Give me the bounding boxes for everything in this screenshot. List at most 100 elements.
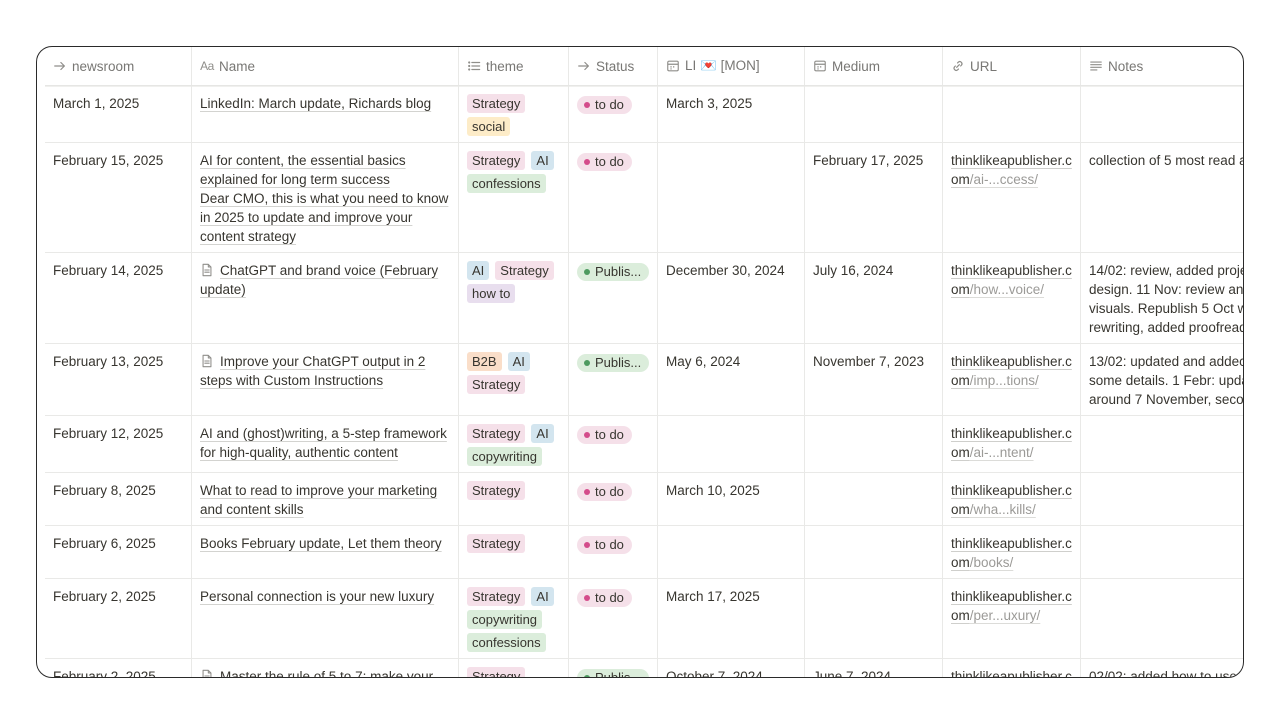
url-link[interactable]: thinklikeapublisher.c om/per...uxury/ xyxy=(951,587,1072,625)
status-badge[interactable]: to do xyxy=(577,589,632,607)
notes-cell[interactable]: collection of 5 most read a xyxy=(1081,143,1243,252)
theme-cell[interactable]: Strategy AI copywriting confessions xyxy=(459,579,569,658)
theme-cell[interactable]: Strategy AI confessions xyxy=(459,143,569,252)
name-cell[interactable]: What to read to improve your marketing an… xyxy=(192,473,459,525)
li-date-cell[interactable]: December 30, 2024 xyxy=(658,253,805,343)
medium-date-cell[interactable] xyxy=(805,579,943,658)
name-cell[interactable]: Improve your ChatGPT output in 2 steps wi… xyxy=(192,344,459,415)
newsroom-date-cell[interactable]: February 15, 2025 xyxy=(45,143,192,252)
theme-cell[interactable]: Strategyhow toB2B xyxy=(459,659,569,677)
url-cell[interactable]: thinklikeapublisher.c om/ai-...ccess/ xyxy=(943,143,1081,252)
name-cell[interactable]: Books February update, Let them theory xyxy=(192,526,459,578)
status-cell[interactable]: to do xyxy=(569,526,658,578)
column-header-1[interactable]: Aa Name xyxy=(192,47,459,85)
status-cell[interactable]: Publis... xyxy=(569,659,658,677)
name-cell[interactable]: Master the rule of 5 to 7: make yourcont… xyxy=(192,659,459,677)
status-cell[interactable]: to do xyxy=(569,473,658,525)
status-badge[interactable]: to do xyxy=(577,536,632,554)
li-date-cell[interactable] xyxy=(658,143,805,252)
li-date-cell[interactable]: March 10, 2025 xyxy=(658,473,805,525)
theme-tag[interactable]: Strategy xyxy=(495,261,554,280)
medium-date-cell[interactable] xyxy=(805,526,943,578)
page-title-link[interactable]: AI and (ghost)writing, a 5-step framewor… xyxy=(200,426,447,441)
url-cell[interactable]: thinklikeapublisher.c om/per...uxury/ xyxy=(943,579,1081,658)
newsroom-date-cell[interactable]: February 8, 2025 xyxy=(45,473,192,525)
notes-cell[interactable] xyxy=(1081,526,1243,578)
table-row[interactable]: February 8, 2025 What to read to improve … xyxy=(45,473,1243,526)
newsroom-date-cell[interactable]: February 14, 2025 xyxy=(45,253,192,343)
column-header-4[interactable]: LI 💌 [MON] xyxy=(658,47,805,85)
medium-date-cell[interactable]: July 16, 2024 xyxy=(805,253,943,343)
column-header-7[interactable]: Notes xyxy=(1081,47,1243,85)
theme-cell[interactable]: Strategy social xyxy=(459,86,569,142)
medium-date-cell[interactable]: June 7, 2024 xyxy=(805,659,943,677)
theme-tag[interactable]: Strategy xyxy=(467,94,526,113)
url-link[interactable]: thinklikeapublisher.c om/wha...kills/ xyxy=(951,481,1072,519)
status-badge[interactable]: to do xyxy=(577,96,632,114)
theme-cell[interactable]: Strategy AI copywriting xyxy=(459,416,569,472)
notes-cell[interactable]: 13/02: updated and addec some details. 1 … xyxy=(1081,344,1243,415)
table-row[interactable]: February 12, 2025 AI and (ghost)writing, … xyxy=(45,416,1243,473)
status-cell[interactable]: to do xyxy=(569,86,658,142)
theme-tag[interactable]: Strategy xyxy=(467,667,526,677)
notes-cell[interactable]: 14/02: review, added proje design. 11 Nov… xyxy=(1081,253,1243,343)
status-cell[interactable]: to do xyxy=(569,579,658,658)
status-badge[interactable]: to do xyxy=(577,153,632,171)
notes-cell[interactable] xyxy=(1081,473,1243,525)
table-row[interactable]: February 13, 2025 Improve your ChatGPT ou… xyxy=(45,344,1243,416)
url-cell[interactable]: thinklikeapublisher.com/mas...stick/ xyxy=(943,659,1081,677)
theme-cell[interactable]: Strategy xyxy=(459,526,569,578)
medium-date-cell[interactable] xyxy=(805,86,943,142)
li-date-cell[interactable]: March 3, 2025 xyxy=(658,86,805,142)
url-link[interactable]: thinklikeapublisher.com/mas...stick/ xyxy=(951,667,1072,677)
notes-cell[interactable] xyxy=(1081,416,1243,472)
page-title-link[interactable]: explained for long term success xyxy=(200,172,390,187)
li-date-cell[interactable]: March 17, 2025 xyxy=(658,579,805,658)
url-cell[interactable] xyxy=(943,86,1081,142)
medium-date-cell[interactable]: February 17, 2025 xyxy=(805,143,943,252)
theme-tag[interactable]: Strategy xyxy=(467,424,526,443)
url-cell[interactable]: thinklikeapublisher.c om/books/ xyxy=(943,526,1081,578)
theme-tag[interactable]: confessions xyxy=(467,633,546,652)
table-row[interactable]: February 6, 2025 Books February update, L… xyxy=(45,526,1243,579)
name-cell[interactable]: ChatGPT and brand voice (February update) xyxy=(192,253,459,343)
medium-date-cell[interactable] xyxy=(805,473,943,525)
li-date-cell[interactable]: May 6, 2024 xyxy=(658,344,805,415)
li-date-cell[interactable] xyxy=(658,416,805,472)
theme-tag[interactable]: how to xyxy=(467,284,516,303)
theme-tag[interactable]: social xyxy=(467,117,511,136)
theme-tag[interactable]: AI xyxy=(531,587,554,606)
theme-tag[interactable]: confessions xyxy=(467,174,546,193)
url-link[interactable]: thinklikeapublisher.c om/ai-...ntent/ xyxy=(951,424,1072,462)
status-cell[interactable]: Publis... xyxy=(569,253,658,343)
theme-tag[interactable]: copywriting xyxy=(467,447,543,466)
page-title-link[interactable]: Personal connection is your new luxury xyxy=(200,589,434,604)
theme-tag[interactable]: AI xyxy=(467,261,490,280)
theme-tag[interactable]: AI xyxy=(531,151,554,170)
theme-cell[interactable]: B2B AI Strategy xyxy=(459,344,569,415)
url-link[interactable]: thinklikeapublisher.c om/ai-...ccess/ xyxy=(951,151,1072,189)
page-title-link[interactable]: LinkedIn: March update, Richards blog xyxy=(200,96,431,111)
column-header-2[interactable]: theme xyxy=(459,47,569,85)
name-cell[interactable]: Personal connection is your new luxury xyxy=(192,579,459,658)
theme-tag[interactable]: Strategy xyxy=(467,375,526,394)
newsroom-date-cell[interactable]: February 2, 2025 xyxy=(45,659,192,677)
theme-tag[interactable]: AI xyxy=(507,352,530,371)
table-row[interactable]: March 1, 2025 LinkedIn: March update, Ric… xyxy=(45,86,1243,143)
status-badge[interactable]: Publis... xyxy=(577,263,650,281)
newsroom-date-cell[interactable]: February 13, 2025 xyxy=(45,344,192,415)
newsroom-date-cell[interactable]: February 12, 2025 xyxy=(45,416,192,472)
status-cell[interactable]: Publis... xyxy=(569,344,658,415)
page-title-link[interactable]: Improve your ChatGPT output in 2 xyxy=(220,354,425,369)
page-title-link[interactable]: update) xyxy=(200,282,246,297)
newsroom-date-cell[interactable]: February 6, 2025 xyxy=(45,526,192,578)
page-title-link[interactable]: Dear CMO, this is what you need to know xyxy=(200,191,448,206)
notes-cell[interactable] xyxy=(1081,86,1243,142)
page-title-link[interactable]: steps with Custom Instructions xyxy=(200,373,383,388)
theme-tag[interactable]: copywriting xyxy=(467,610,543,629)
page-title-link[interactable]: for high-quality, authentic content xyxy=(200,445,398,460)
url-cell[interactable]: thinklikeapublisher.c om/wha...kills/ xyxy=(943,473,1081,525)
status-badge[interactable]: to do xyxy=(577,483,632,501)
url-cell[interactable]: thinklikeapublisher.c om/how...voice/ xyxy=(943,253,1081,343)
notes-cell[interactable] xyxy=(1081,579,1243,658)
